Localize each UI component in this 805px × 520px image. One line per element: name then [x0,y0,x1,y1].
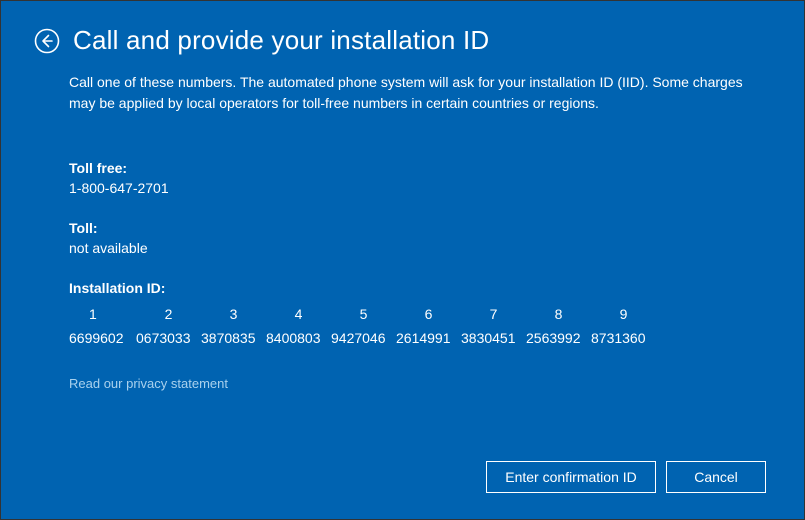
iid-column: 8 2563992 [526,306,591,346]
iid-column: 7 3830451 [461,306,526,346]
iid-column-index: 1 [69,306,136,322]
iid-column-value: 8400803 [266,330,331,346]
cancel-button[interactable]: Cancel [666,461,766,493]
iid-column-value: 3830451 [461,330,526,346]
iid-column-value: 0673033 [136,330,201,346]
toll-free-section: Toll free: 1-800-647-2701 [69,160,772,196]
iid-column: 2 0673033 [136,306,201,346]
iid-column-index: 3 [201,306,266,322]
toll-free-number: 1-800-647-2701 [69,180,772,196]
iid-column: 1 6699602 [69,306,136,346]
iid-column: 3 3870835 [201,306,266,346]
iid-column: 6 2614991 [396,306,461,346]
iid-column-value: 3870835 [201,330,266,346]
toll-number: not available [69,240,772,256]
installation-id-section: Installation ID: 1 66996022 06730333 387083… [69,280,772,346]
iid-column-index: 2 [136,306,201,322]
iid-column: 5 9427046 [331,306,396,346]
iid-column-index: 8 [526,306,591,322]
iid-column-index: 9 [591,306,656,322]
installation-id-grid: 1 66996022 06730333 38708354 84008035 9427046… [69,306,772,346]
iid-column-value: 2563992 [526,330,591,346]
enter-confirmation-id-button[interactable]: Enter confirmation ID [486,461,656,493]
iid-column: 4 8400803 [266,306,331,346]
privacy-link[interactable]: Read our privacy statement [69,376,772,391]
activation-wizard-page: Call and provide your installation ID Ca… [1,1,804,519]
iid-column-value: 9427046 [331,330,396,346]
intro-text: Call one of these numbers. The automated… [69,72,769,114]
toll-label: Toll: [69,220,772,236]
installation-id-label: Installation ID: [69,280,772,296]
footer: Enter confirmation ID Cancel [33,461,772,499]
toll-section: Toll: not available [69,220,772,256]
iid-column: 9 8731360 [591,306,656,346]
iid-column-value: 2614991 [396,330,461,346]
iid-column-index: 4 [266,306,331,322]
iid-column-index: 6 [396,306,461,322]
content: Call one of these numbers. The automated… [33,72,772,461]
iid-column-value: 6699602 [69,330,136,346]
iid-column-index: 5 [331,306,396,322]
iid-column-index: 7 [461,306,526,322]
back-icon[interactable] [33,27,61,55]
toll-free-label: Toll free: [69,160,772,176]
iid-column-value: 8731360 [591,330,656,346]
header: Call and provide your installation ID [33,25,772,56]
page-title: Call and provide your installation ID [73,25,489,56]
